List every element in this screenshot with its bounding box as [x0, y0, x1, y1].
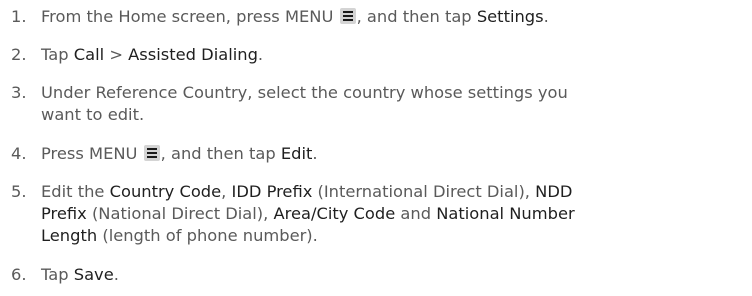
- ui-term: Country Code: [109, 182, 222, 201]
- step-text-run: (National Direct Dial),: [86, 204, 274, 223]
- step-text-run: Tap: [41, 45, 74, 64]
- step-text: Under Reference Country, select the coun…: [41, 82, 731, 126]
- step-number: 5.: [11, 182, 27, 201]
- step-text-run: and: [395, 204, 437, 223]
- step-text-run: .: [113, 265, 119, 284]
- step-text-run: From the Home screen, press MENU: [41, 7, 339, 26]
- step-text: Edit the Country Code, IDD Prefix (Inter…: [41, 181, 731, 247]
- step-text: Press MENU , and then tap Edit.: [41, 143, 731, 165]
- step-text-run: .: [543, 7, 549, 26]
- ui-term: National Number: [436, 204, 575, 223]
- step-text-run: .: [312, 144, 318, 163]
- step-text-run: Tap: [41, 265, 74, 284]
- step-text-run: (International Direct Dial),: [312, 182, 536, 201]
- step-text-run: (length of phone number).: [97, 226, 318, 245]
- step-text-run: >: [104, 45, 129, 64]
- ui-term: NDD: [535, 182, 573, 201]
- step-number: 1.: [11, 7, 27, 26]
- step-number: 2.: [11, 45, 27, 64]
- step-text: Tap Save.: [41, 264, 731, 286]
- step-number: 4.: [11, 144, 27, 163]
- ui-term: Length: [41, 226, 98, 245]
- step-text: Tap Call > Assisted Dialing.: [41, 44, 731, 66]
- menu-icon: [339, 8, 356, 24]
- ui-term: Call: [73, 45, 105, 64]
- ui-term: Prefix: [41, 204, 87, 223]
- step-text: From the Home screen, press MENU , and t…: [41, 6, 731, 28]
- ui-term: IDD Prefix: [231, 182, 313, 201]
- ui-term: Assisted Dialing: [128, 45, 258, 64]
- step-number: 3.: [11, 83, 27, 102]
- step-number: 6.: [11, 265, 27, 284]
- step-text-run: Press MENU: [41, 144, 143, 163]
- step-text-run: Edit the: [41, 182, 110, 201]
- step-text-run: , and then tap: [160, 144, 281, 163]
- ui-term: Save: [73, 265, 114, 284]
- ui-term: Edit: [280, 144, 313, 163]
- step-text-run: ,: [221, 182, 232, 201]
- step-text-run: Under Reference Country, select the coun…: [41, 83, 568, 102]
- ui-term: Area/City Code: [273, 204, 396, 223]
- step-text-run: want to edit.: [41, 105, 145, 124]
- step-text-run: .: [257, 45, 264, 64]
- step-text-run: , and then tap: [356, 7, 477, 26]
- menu-icon: [143, 145, 160, 161]
- ui-term: Settings: [476, 7, 544, 26]
